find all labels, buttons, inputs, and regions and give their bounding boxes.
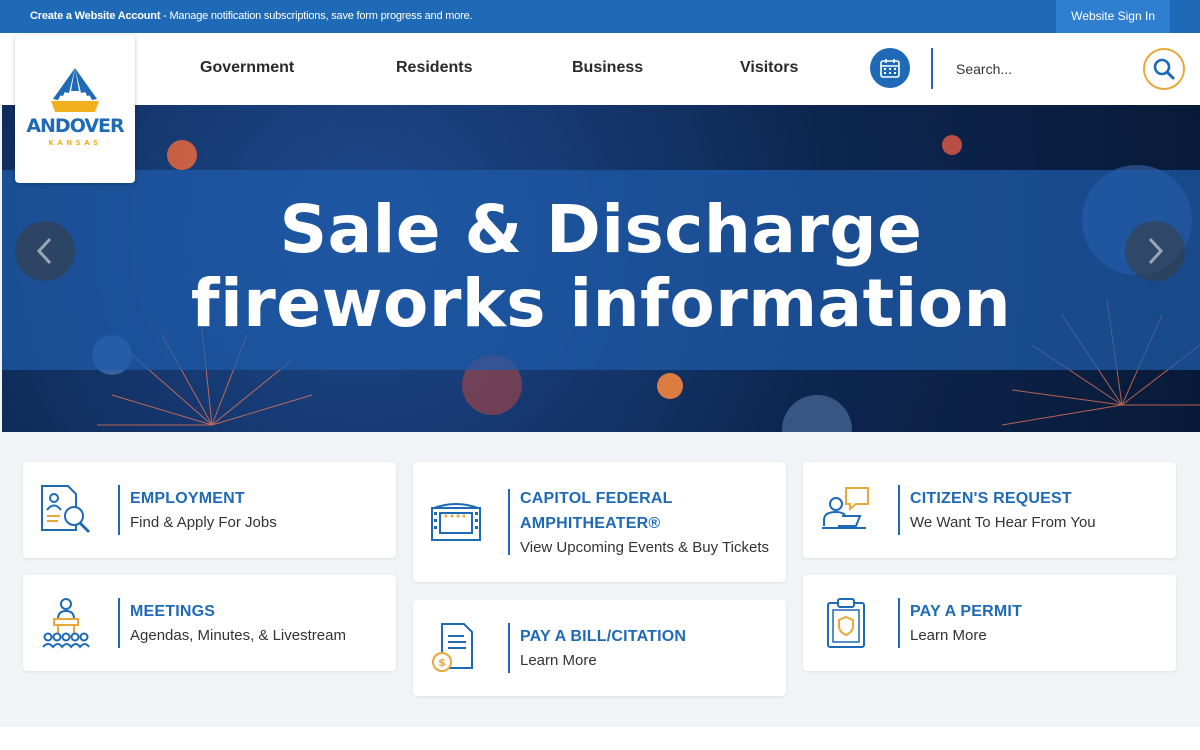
top-announcement-bar: Create a Website Account - Manage notifi… bbox=[0, 0, 1200, 33]
calendar-button[interactable] bbox=[870, 48, 910, 88]
card-subtitle: We Want To Hear From You bbox=[910, 514, 1096, 531]
hero-headline-line1: Sale & Discharge bbox=[279, 191, 923, 268]
nav-business[interactable]: Business bbox=[572, 59, 643, 77]
logo-text: ANDOVER bbox=[26, 115, 125, 137]
card-title: EMPLOYMENT bbox=[130, 490, 245, 507]
hero-prev-button[interactable] bbox=[15, 221, 75, 281]
hero-slide[interactable]: Sale & Discharge fireworks information bbox=[2, 105, 1200, 432]
nav-residents[interactable]: Residents bbox=[396, 59, 472, 77]
card-subtitle: Find & Apply For Jobs bbox=[130, 514, 277, 531]
card-amphitheater[interactable]: CAPITOL FEDERAL AMPHITHEATER® View Upcom… bbox=[413, 462, 786, 582]
hero-headline-line2: fireworks information bbox=[190, 265, 1012, 342]
card-divider bbox=[508, 489, 510, 555]
nav-visitors[interactable]: Visitors bbox=[740, 59, 798, 77]
header-divider bbox=[931, 48, 933, 89]
card-title: CAPITOL FEDERAL bbox=[520, 490, 673, 507]
card-subtitle: Learn More bbox=[910, 627, 987, 644]
create-account-link[interactable]: Create a Website Account bbox=[30, 10, 160, 22]
card-title: MEETINGS bbox=[130, 603, 216, 620]
search-input[interactable] bbox=[950, 52, 1130, 86]
job-search-icon bbox=[41, 485, 91, 534]
card-citizens-request[interactable]: CITIZEN'S REQUEST We Want To Hear From Y… bbox=[803, 462, 1176, 558]
card-title: CITIZEN'S REQUEST bbox=[910, 490, 1072, 507]
hero-next-button[interactable] bbox=[1125, 221, 1185, 281]
footer-strip bbox=[0, 727, 1200, 750]
card-employment[interactable]: EMPLOYMENT Find & Apply For Jobs bbox=[23, 462, 396, 558]
card-divider bbox=[898, 598, 900, 648]
card-subtitle: Agendas, Minutes, & Livestream bbox=[130, 627, 346, 644]
hero-headline: Sale & Discharge fireworks information bbox=[2, 193, 1200, 341]
permit-clipboard-icon bbox=[827, 598, 865, 648]
nav-government[interactable]: Government bbox=[200, 59, 294, 77]
card-divider bbox=[118, 485, 120, 535]
card-meetings[interactable]: MEETINGS Agendas, Minutes, & Livestream bbox=[23, 575, 396, 671]
card-title-line2: AMPHITHEATER® bbox=[520, 515, 661, 532]
calendar-icon bbox=[880, 59, 900, 78]
chevron-right-icon bbox=[1148, 237, 1164, 265]
logo-subtext: KANSAS bbox=[48, 139, 101, 147]
card-divider bbox=[898, 485, 900, 535]
search-button[interactable] bbox=[1143, 48, 1185, 90]
account-message: Create a Website Account - Manage notifi… bbox=[30, 10, 473, 22]
site-logo[interactable]: ANDOVER KANSAS bbox=[15, 35, 135, 183]
card-divider bbox=[508, 623, 510, 673]
card-subtitle: Learn More bbox=[520, 652, 597, 669]
svg-text:$: $ bbox=[438, 656, 446, 669]
bill-payment-icon: $ bbox=[432, 623, 473, 672]
card-pay-bill[interactable]: $ PAY A BILL/CITATION Learn More bbox=[413, 600, 786, 696]
card-subtitle: View Upcoming Events & Buy Tickets bbox=[520, 539, 769, 556]
card-title: PAY A PERMIT bbox=[910, 603, 1023, 620]
chevron-left-icon bbox=[36, 237, 52, 265]
website-sign-in-button[interactable]: Website Sign In bbox=[1056, 0, 1170, 33]
card-divider bbox=[118, 598, 120, 648]
stage-icon bbox=[431, 503, 481, 541]
chat-person-icon bbox=[822, 487, 869, 529]
card-pay-permit[interactable]: PAY A PERMIT Learn More bbox=[803, 575, 1176, 671]
meeting-podium-icon bbox=[42, 598, 90, 649]
search-icon bbox=[1153, 58, 1175, 80]
card-title: PAY A BILL/CITATION bbox=[520, 628, 687, 645]
account-message-text: - Manage notification subscriptions, sav… bbox=[160, 10, 473, 22]
